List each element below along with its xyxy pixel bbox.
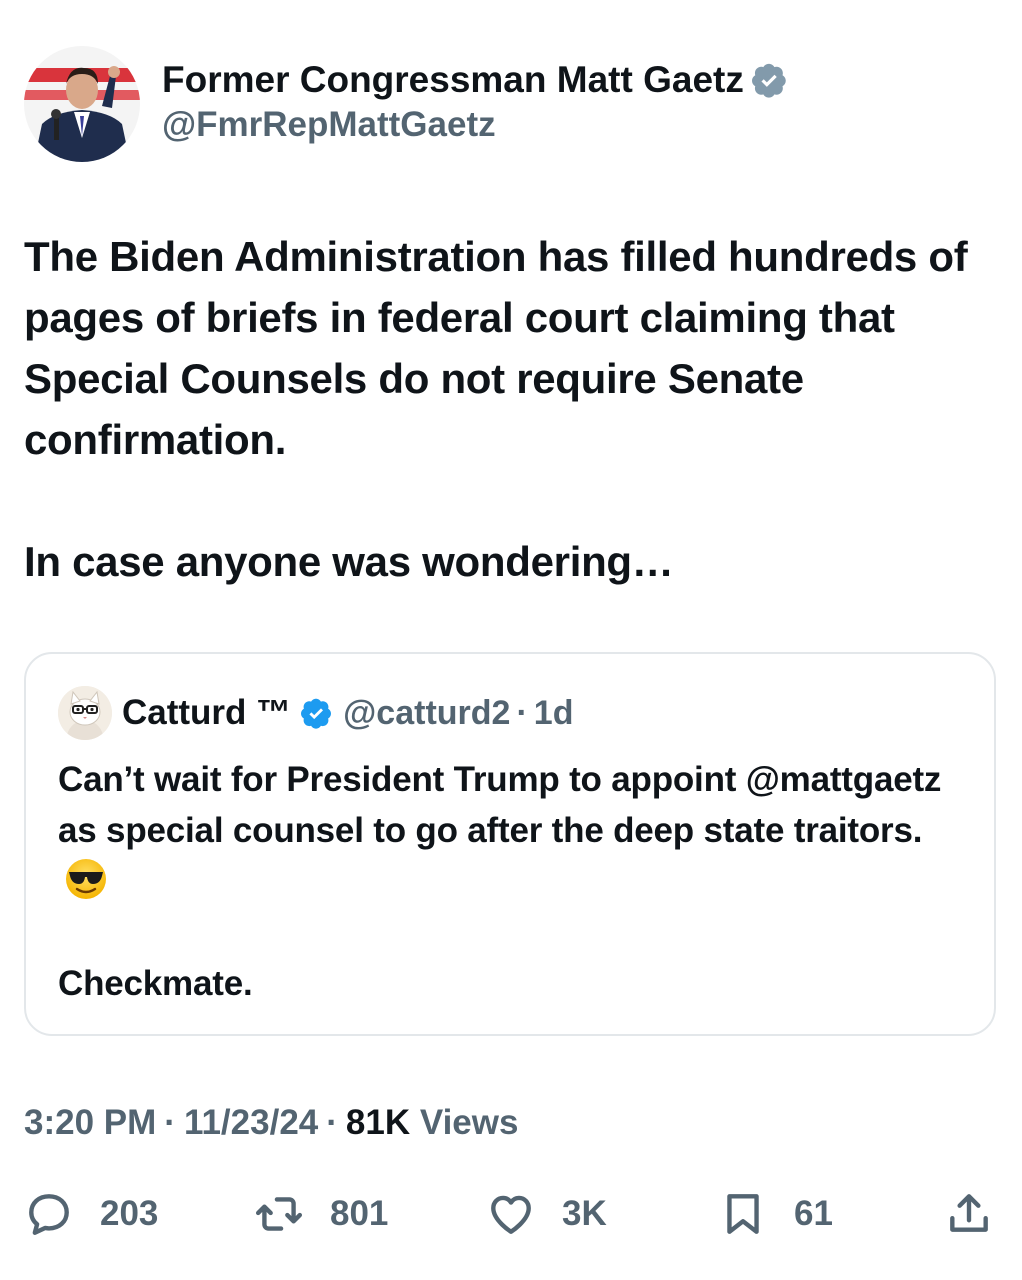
tweet-time[interactable]: 3:20 PM	[24, 1103, 156, 1142]
like-count: 3K	[562, 1194, 607, 1233]
quoted-tweet-card[interactable]: Catturd ™ @catturd2 · 1d Can’t wait for …	[24, 652, 996, 1036]
quoted-tweet-text: Can’t wait for President Trump to appoin…	[58, 754, 968, 1009]
author-avatar[interactable]	[24, 46, 140, 162]
bookmark-button[interactable]: 61	[718, 1184, 833, 1244]
separator-dot: ·	[516, 694, 528, 732]
quoted-tweet-header: Catturd ™ @catturd2 · 1d	[58, 686, 573, 740]
views-count: 81K	[345, 1103, 411, 1142]
verified-badge-icon[interactable]	[301, 697, 333, 729]
author-info: Former Congressman Matt Gaetz @FmrRepMat…	[162, 58, 962, 148]
quoted-author-avatar[interactable]	[58, 686, 112, 740]
repost-icon	[255, 1197, 303, 1231]
bookmark-count: 61	[794, 1194, 833, 1233]
views-label: Views	[419, 1103, 519, 1142]
quoted-author-handle[interactable]: @catturd2	[343, 686, 510, 740]
separator-dot: ·	[326, 1103, 338, 1142]
quoted-tweet-paragraph: Checkmate.	[58, 964, 253, 1003]
cat-avatar-icon	[58, 686, 112, 740]
repost-button[interactable]: 801	[254, 1184, 388, 1244]
author-avatar-photo	[24, 46, 140, 162]
action-bar: 203 801 3K 61	[24, 1184, 998, 1244]
reply-count: 203	[100, 1194, 159, 1233]
share-icon	[950, 1194, 988, 1232]
verified-badge-icon[interactable]	[751, 62, 788, 98]
like-button[interactable]: 3K	[486, 1184, 607, 1244]
tweet-meta: 3:20 PM · 11/23/24 · 81K Views	[24, 1100, 518, 1146]
reply-button[interactable]: 203	[24, 1184, 158, 1244]
quoted-tweet-paragraph: Can’t wait for President Trump to appoin…	[58, 754, 968, 907]
tweet-text: The Biden Administration has filled hund…	[24, 226, 1004, 592]
tweet-header: Former Congressman Matt Gaetz @FmrRepMat…	[24, 46, 984, 164]
tweet-paragraph: In case anyone was wondering…	[24, 538, 674, 585]
author-name-line: Former Congressman Matt Gaetz	[162, 58, 962, 102]
bookmark-icon	[727, 1194, 759, 1234]
tweet-paragraph: The Biden Administration has filled hund…	[24, 233, 968, 463]
reply-icon	[29, 1194, 69, 1235]
heart-icon	[491, 1195, 531, 1234]
quoted-author-display-name[interactable]: Catturd ™	[122, 686, 291, 740]
repost-count: 801	[330, 1194, 389, 1233]
sunglasses-emoji-icon	[66, 859, 106, 899]
quoted-tweet-time[interactable]: 1d	[534, 686, 574, 740]
separator-dot: ·	[164, 1103, 176, 1142]
share-button[interactable]	[944, 1184, 994, 1244]
tweet-date[interactable]: 11/23/24	[184, 1103, 318, 1142]
author-handle[interactable]: @FmrRepMattGaetz	[162, 102, 962, 148]
quoted-tweet-paragraph-text: Can’t wait for President Trump to appoin…	[58, 760, 942, 850]
author-display-name[interactable]: Former Congressman Matt Gaetz	[162, 58, 744, 102]
